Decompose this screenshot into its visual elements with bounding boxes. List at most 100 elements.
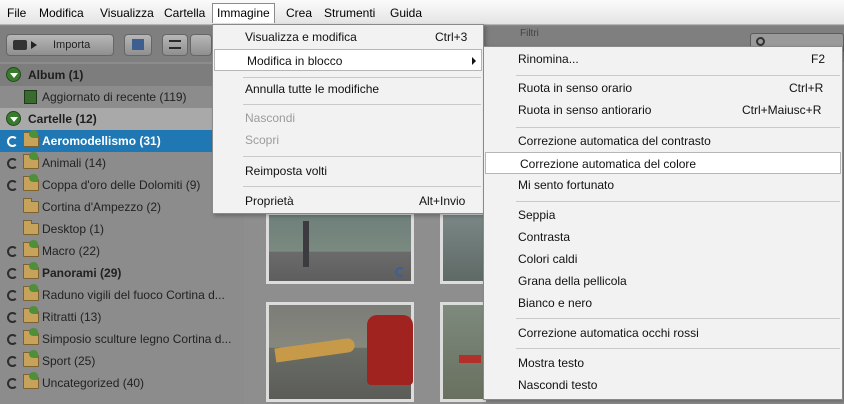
menu-item-rotate-cw[interactable]: Ruota in senso orario Ctrl+R [484,77,842,99]
menu-item-rotate-ccw[interactable]: Ruota in senso antiorario Ctrl+Maiusc+R [484,99,842,121]
folder-label: Cortina d'Ampezzo (2) [42,200,162,214]
menu-item-label: Grana della pellicola [518,274,627,288]
folder-icon [23,350,39,367]
folder-item-animali[interactable]: Animali (14) [0,152,244,174]
menu-item-sepia[interactable]: Seppia [484,204,842,226]
menu-item-hide-text[interactable]: Nascondi testo [484,374,842,396]
menu-item-rename[interactable]: Rinomina... F2 [484,48,842,70]
menu-item-shortcut: Ctrl+Maiusc+R [742,103,822,117]
menu-item-black-white[interactable]: Bianco e nero [484,292,842,314]
menu-item-undo-all[interactable]: Annulla tutte le modifiche [213,78,483,100]
menu-separator [243,186,481,187]
folder-label: Simposio sculture legno Cortina d... [42,332,232,346]
folder-item-coppa-doro[interactable]: Coppa d'oro delle Dolomiti (9) [0,174,244,196]
folder-item-panorami[interactable]: Panorami (29) [0,262,244,284]
menu-file[interactable]: File [3,4,30,22]
folders-header[interactable]: Cartelle (12) [0,108,244,130]
album-header[interactable]: Album (1) [0,64,244,86]
folder-item-raduno[interactable]: Raduno vigili del fuoco Cortina d... [0,284,244,306]
album-header-label: Album (1) [28,68,84,82]
menu-item-label: Proprietà [245,194,294,208]
add-album-icon [132,39,144,50]
menu-visualizza[interactable]: Visualizza [96,4,158,22]
import-button[interactable]: Importa [6,34,114,56]
menu-separator [516,127,840,128]
folder-icon [23,240,39,257]
folder-label: Panorami (29) [42,266,122,280]
add-to-album-button[interactable] [124,34,152,56]
folder-item-cortina[interactable]: Cortina d'Ampezzo (2) [0,196,244,218]
menu-guida[interactable]: Guida [386,4,426,22]
folder-item-desktop[interactable]: Desktop (1) [0,218,244,240]
folder-item-uncategorized[interactable]: Uncategorized (40) [0,372,244,394]
menu-item-shortcut: Ctrl+R [789,81,824,95]
menubar: File Modifica Visualizza Cartella Immagi… [0,0,844,25]
list-view-button[interactable] [162,34,188,56]
folder-label: Ritratti (13) [42,310,102,324]
folder-icon [23,328,39,345]
sync-icon [7,180,18,191]
menu-item-show-text[interactable]: Mostra testo [484,352,842,374]
expand-icon[interactable] [6,111,21,126]
folder-item-macro[interactable]: Macro (22) [0,240,244,262]
sync-icon [7,246,18,257]
sync-icon [7,268,18,279]
detail-view-button[interactable] [190,34,212,56]
menu-item-label: Visualizza e modifica [245,30,357,44]
sync-icon [7,290,18,301]
folder-item-simposio[interactable]: Simposio sculture legno Cortina d... [0,328,244,350]
menu-cartella[interactable]: Cartella [160,4,209,22]
folder-icon [23,262,39,279]
menu-item-label: Correzione automatica del contrasto [518,134,711,148]
menu-item-unhide: Scopri [213,129,483,151]
menu-item-label: Modifica in blocco [247,54,343,68]
folder-icon [23,372,39,389]
menu-item-reset-faces[interactable]: Reimposta volti [213,160,483,182]
menu-item-batch-edit[interactable]: Modifica in blocco [214,49,482,71]
folder-label: Desktop (1) [42,222,105,236]
menu-item-feeling-lucky[interactable]: Mi sento fortunato [484,174,842,196]
menu-separator [243,104,481,105]
menu-item-label: Mi sento fortunato [518,178,615,192]
menu-item-shortcut: Alt+Invio [419,194,466,208]
menu-item-label: Correzione automatica occhi rossi [518,326,699,340]
menu-separator [243,156,481,157]
menu-modifica[interactable]: Modifica [35,4,88,22]
menu-item-auto-contrast[interactable]: Correzione automatica del contrasto [484,130,842,152]
sync-icon [7,334,18,345]
menu-item-label: Correzione automatica del colore [520,157,697,171]
menu-crea[interactable]: Crea [282,4,316,22]
album-item-label: Aggiornato di recente (119) [42,90,187,104]
menu-item-film-grain[interactable]: Grana della pellicola [484,270,842,292]
menu-item-label: Bianco e nero [518,296,593,310]
menu-item-label: Seppia [518,208,556,222]
menu-immagine[interactable]: Immagine [212,3,275,23]
expand-icon[interactable] [6,67,21,82]
menu-item-view-edit[interactable]: Visualizza e modifica Ctrl+3 [213,26,483,48]
submenu-arrow-icon [472,57,476,65]
sync-icon [7,356,18,367]
rotate-icon[interactable] [395,267,405,277]
folder-icon [23,198,39,213]
folder-label: Raduno vigili del fuoco Cortina d... [42,288,225,302]
menu-item-auto-color[interactable]: Correzione automatica del colore [485,152,841,174]
photo-thumbnail[interactable] [266,302,414,402]
folder-icon [23,174,39,191]
menu-item-red-eye[interactable]: Correzione automatica occhi rossi [484,322,842,344]
menu-strumenti[interactable]: Strumenti [320,4,379,22]
photo-thumbnail[interactable] [440,212,486,284]
menu-item-properties[interactable]: Proprietà Alt+Invio [213,190,483,212]
folder-item-aeromodellismo[interactable]: Aeromodellismo (31) [0,130,244,152]
folder-label: Uncategorized (40) [42,376,145,390]
photo-thumbnail[interactable] [440,302,486,402]
menu-item-shortcut: F2 [811,52,826,66]
menu-item-contrast[interactable]: Contrasta [484,226,842,248]
album-item[interactable]: Aggiornato di recente (119) [0,86,244,108]
folder-item-ritratti[interactable]: Ritratti (13) [0,306,244,328]
folder-item-sport[interactable]: Sport (25) [0,350,244,372]
photo-thumbnail[interactable] [266,212,414,284]
sidebar: Album (1) Aggiornato di recente (119) Ca… [0,62,244,404]
folder-label: Aeromodellismo (31) [42,134,161,148]
menu-item-warm-colors[interactable]: Colori caldi [484,248,842,270]
folder-label: Macro (22) [42,244,101,258]
